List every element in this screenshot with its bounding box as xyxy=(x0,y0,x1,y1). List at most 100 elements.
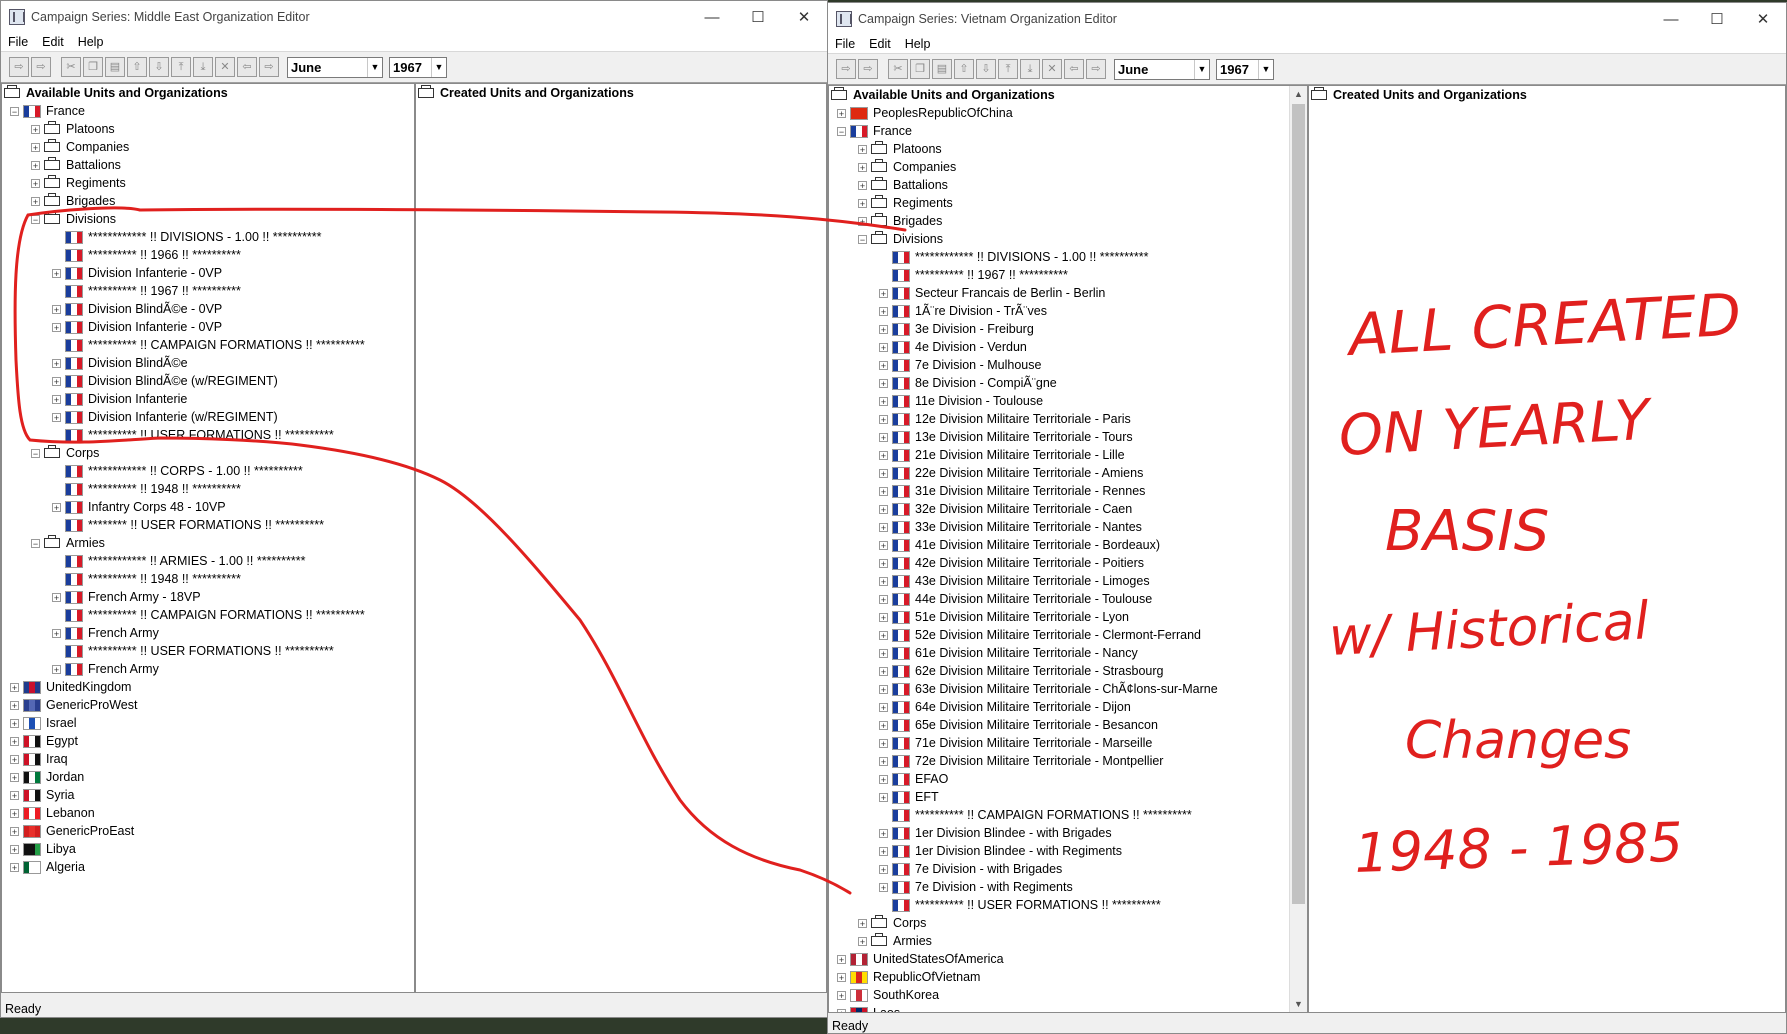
tree-node-republicofvietnam[interactable]: + RepublicOfVietnam xyxy=(829,968,1307,986)
tree-node-user-formations[interactable]: ********** !! USER FORMATIONS !! *******… xyxy=(2,426,414,444)
tree-node-campaign-formations[interactable]: ********** !! CAMPAIGN FORMATIONS !! ***… xyxy=(2,606,414,624)
year-select[interactable]: 1967 ▼ xyxy=(389,56,447,78)
tree-node-battalions[interactable]: + Battalions xyxy=(2,156,414,174)
expand-icon[interactable]: + xyxy=(10,844,19,854)
arrow-right-2-icon[interactable]: ⇨ xyxy=(259,57,279,77)
tree-node-armies[interactable]: − Armies xyxy=(2,534,414,552)
tree-node-france[interactable]: − France xyxy=(829,122,1307,140)
tree-node-4e-division-verdun[interactable]: +4e Division - Verdun xyxy=(829,338,1307,356)
expand-icon[interactable]: + xyxy=(10,754,19,764)
menu-edit[interactable]: Edit xyxy=(862,37,898,51)
tree-node-43e-division-militaire-territoriale-limo[interactable]: +43e Division Militaire Territoriale - L… xyxy=(829,572,1307,590)
tree-node-laos[interactable]: + Laos xyxy=(829,1004,1307,1012)
expand-icon[interactable]: + xyxy=(879,468,888,478)
expand-icon[interactable]: + xyxy=(837,1008,846,1012)
expand-icon[interactable]: + xyxy=(10,808,19,818)
tree-node-companies[interactable]: + Companies xyxy=(2,138,414,156)
expand-icon[interactable]: + xyxy=(52,304,61,314)
maximize-button[interactable]: ☐ xyxy=(1694,3,1740,35)
collapse-icon[interactable]: − xyxy=(10,106,19,116)
copy-icon[interactable]: ❐ xyxy=(83,57,103,77)
delete-icon[interactable]: ✕ xyxy=(215,57,235,77)
expand-icon[interactable]: + xyxy=(879,630,888,640)
expand-icon[interactable]: + xyxy=(52,628,61,638)
move-bottom-icon[interactable]: ⤓ xyxy=(1020,59,1040,79)
expand-icon[interactable]: + xyxy=(31,142,40,152)
tree-node-armies[interactable]: + Armies xyxy=(829,932,1307,950)
expand-icon[interactable]: + xyxy=(52,322,61,332)
chevron-down-icon[interactable]: ▼ xyxy=(1194,59,1209,79)
cut-icon[interactable]: ✂ xyxy=(888,59,908,79)
available-units-pane[interactable]: Available Units and Organizations − Franc… xyxy=(1,83,415,993)
expand-icon[interactable]: + xyxy=(879,504,888,514)
arrow-right-alt-icon[interactable]: ⇨ xyxy=(858,59,878,79)
move-down-icon[interactable]: ⇩ xyxy=(149,57,169,77)
collapse-icon[interactable]: − xyxy=(837,126,846,136)
tree-node-1948[interactable]: ********** !! 1948 !! ********** xyxy=(2,570,414,588)
tree-node-61e-division-militaire-territoriale-nanc[interactable]: +61e Division Militaire Territoriale - N… xyxy=(829,644,1307,662)
tree-node-division-infanterie-0vp[interactable]: + Division Infanterie - 0VP xyxy=(2,318,414,336)
expand-icon[interactable]: + xyxy=(879,756,888,766)
arrow-right-alt-icon[interactable]: ⇨ xyxy=(31,57,51,77)
expand-icon[interactable]: + xyxy=(879,360,888,370)
menu-file[interactable]: File xyxy=(828,37,862,51)
tree-node-genericproeast[interactable]: + GenericProEast xyxy=(2,822,414,840)
month-select[interactable]: June ▼ xyxy=(1114,58,1210,80)
tree-node-12e-division-militaire-territoriale-pari[interactable]: +12e Division Militaire Territoriale - P… xyxy=(829,410,1307,428)
arrow-right-icon[interactable]: ⇨ xyxy=(836,59,856,79)
tree-node-secteur-francais-de-berlin-berlin[interactable]: + Secteur Francais de Berlin - Berlin xyxy=(829,284,1307,302)
tree-node-israel[interactable]: + Israel xyxy=(2,714,414,732)
tree-node-efao[interactable]: + EFAO xyxy=(829,770,1307,788)
expand-icon[interactable]: + xyxy=(879,540,888,550)
chevron-down-icon[interactable]: ▼ xyxy=(1258,59,1273,79)
paste-icon[interactable]: ▤ xyxy=(932,59,952,79)
tree-node-armies-1-00[interactable]: ************ !! ARMIES - 1.00 !! *******… xyxy=(2,552,414,570)
tree-node-french-army[interactable]: + French Army xyxy=(2,624,414,642)
tree-node-battalions[interactable]: + Battalions xyxy=(829,176,1307,194)
expand-icon[interactable]: + xyxy=(10,736,19,746)
move-up-icon[interactable]: ⇧ xyxy=(127,57,147,77)
tree-node-peoplesrepublicofchina[interactable]: + PeoplesRepublicOfChina xyxy=(829,104,1307,122)
tree-node-regiments[interactable]: + Regiments xyxy=(829,194,1307,212)
expand-icon[interactable]: + xyxy=(52,592,61,602)
tree-node-campaign-formations[interactable]: ********** !! CAMPAIGN FORMATIONS !! ***… xyxy=(2,336,414,354)
tree-scrollbar[interactable]: ▲ ▼ xyxy=(1289,86,1307,1012)
tree-node-7e-division-mulhouse[interactable]: +7e Division - Mulhouse xyxy=(829,356,1307,374)
tree-node-algeria[interactable]: + Algeria xyxy=(2,858,414,876)
tree-node-11e-division-toulouse[interactable]: +11e Division - Toulouse xyxy=(829,392,1307,410)
arrow-left-icon[interactable]: ⇦ xyxy=(237,57,257,77)
expand-icon[interactable]: + xyxy=(879,432,888,442)
tree-node-62e-division-militaire-territoriale-stra[interactable]: +62e Division Militaire Territoriale - S… xyxy=(829,662,1307,680)
expand-icon[interactable]: + xyxy=(31,178,40,188)
expand-icon[interactable]: + xyxy=(879,450,888,460)
tree-node-platoons[interactable]: + Platoons xyxy=(2,120,414,138)
collapse-icon[interactable]: − xyxy=(31,214,40,224)
tree-node-33e-division-militaire-territoriale-nant[interactable]: +33e Division Militaire Territoriale - N… xyxy=(829,518,1307,536)
expand-icon[interactable]: + xyxy=(879,648,888,658)
tree-node-division-blind-e-w-regiment[interactable]: + Division BlindÃ©e (w/REGIMENT) xyxy=(2,372,414,390)
tree-node-41e-division-militaire-territoriale-bord[interactable]: +41e Division Militaire Territoriale - B… xyxy=(829,536,1307,554)
created-units-pane[interactable]: Created Units and Organizations xyxy=(415,83,827,993)
tree-node-1er-division-blindee-with-regiments[interactable]: +1er Division Blindee - with Regiments xyxy=(829,842,1307,860)
tree-node-eft[interactable]: + EFT xyxy=(829,788,1307,806)
tree-node-corps-1-00[interactable]: ************ !! CORPS - 1.00 !! ********… xyxy=(2,462,414,480)
expand-icon[interactable]: + xyxy=(837,954,846,964)
tree-node-51e-division-militaire-territoriale-lyon[interactable]: +51e Division Militaire Territoriale - L… xyxy=(829,608,1307,626)
expand-icon[interactable]: + xyxy=(879,828,888,838)
collapse-icon[interactable]: − xyxy=(858,234,867,244)
tree-node-french-army-18vp[interactable]: + French Army - 18VP xyxy=(2,588,414,606)
expand-icon[interactable]: + xyxy=(10,700,19,710)
tree-node-65e-division-militaire-territoriale-besa[interactable]: +65e Division Militaire Territoriale - B… xyxy=(829,716,1307,734)
expand-icon[interactable]: + xyxy=(10,718,19,728)
menu-help[interactable]: Help xyxy=(71,35,111,49)
tree-node-corps[interactable]: + Corps xyxy=(829,914,1307,932)
tree-node-division-blind-e[interactable]: + Division BlindÃ©e xyxy=(2,354,414,372)
expand-icon[interactable]: + xyxy=(858,180,867,190)
move-top-icon[interactable]: ⤒ xyxy=(998,59,1018,79)
tree-node-corps[interactable]: − Corps xyxy=(2,444,414,462)
tree-node-divisions[interactable]: − Divisions xyxy=(829,230,1307,248)
tree-node-8e-division-compi-gne[interactable]: +8e Division - CompiÃ¨gne xyxy=(829,374,1307,392)
tree-node-user-formations[interactable]: ********** !! USER FORMATIONS !! *******… xyxy=(829,896,1307,914)
expand-icon[interactable]: + xyxy=(879,324,888,334)
tree-node-divisions[interactable]: − Divisions xyxy=(2,210,414,228)
